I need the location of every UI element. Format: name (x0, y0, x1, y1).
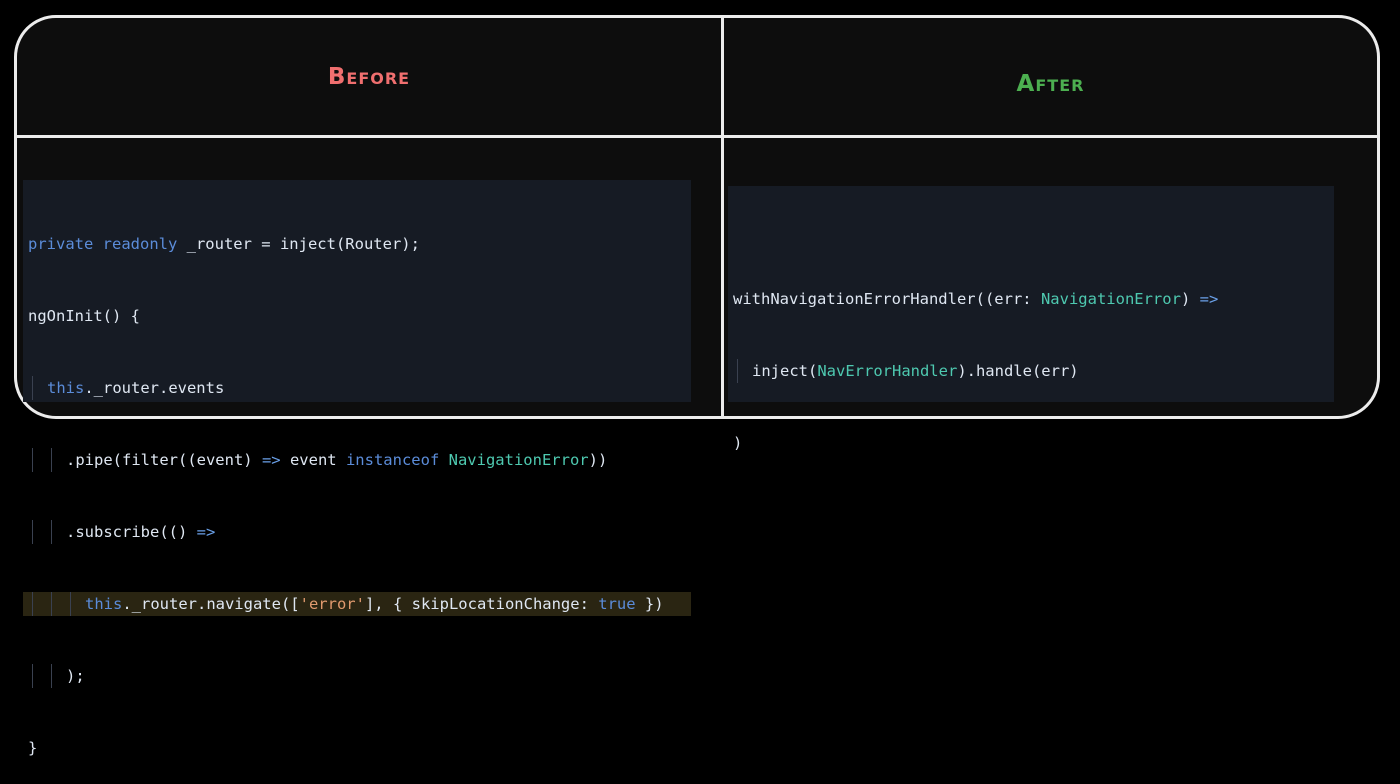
code-line: withNavigationErrorHandler((err: Navigat… (728, 287, 1334, 311)
code-token: NavErrorHandler (817, 362, 958, 380)
code-line: .pipe(filter((event) => event instanceof… (23, 448, 691, 472)
indent-guide (51, 520, 52, 544)
code-token: _router = inject(Router); (177, 235, 420, 253)
code-line: ) (728, 431, 1334, 455)
code-line: ); (23, 664, 691, 688)
after-code-block: withNavigationErrorHandler((err: Navigat… (728, 186, 1334, 452)
code-token: 'error' (299, 595, 365, 613)
indent-guide (32, 520, 33, 544)
code-line-highlighted: this._router.navigate(['error'], { skipL… (23, 592, 691, 616)
code-token: .subscribe(() (66, 523, 197, 541)
before-code-block: private readonly _router = inject(Router… (23, 180, 691, 757)
indent-guide (51, 592, 52, 616)
code-line: private readonly _router = inject(Router… (23, 232, 691, 256)
code-token: => (1199, 290, 1219, 308)
code-token: )) (588, 451, 608, 469)
indent-guide (737, 359, 738, 383)
code-token: NavigationError (1040, 290, 1181, 308)
code-token: ._router.navigate([ (122, 595, 300, 613)
code-token: withNavigationErrorHandler((err: (733, 290, 1041, 308)
code-token: }) (635, 595, 664, 613)
code-token: } (28, 739, 38, 757)
code-token: instanceof (345, 451, 440, 469)
code-token: inject( (752, 362, 818, 380)
code-line: this._router.events (23, 376, 691, 400)
code-line: } (23, 736, 691, 760)
code-token: ], { skipLocationChange: (364, 595, 599, 613)
after-heading-label: After (1016, 70, 1085, 97)
before-heading-label: Before (327, 63, 411, 90)
code-token: this (47, 379, 85, 397)
code-token: ._router.events (84, 379, 225, 397)
code-token: NavigationError (439, 451, 589, 469)
code-line: inject(NavErrorHandler).handle(err) (728, 359, 1334, 383)
code-token: ) (1180, 290, 1200, 308)
code-token: ); (66, 667, 85, 685)
code-token: true (598, 595, 636, 613)
indent-guide (32, 664, 33, 688)
code-token: event (280, 451, 346, 469)
indent-guide (51, 664, 52, 688)
code-token: .pipe(filter((event) (66, 451, 262, 469)
code-token: => (261, 451, 281, 469)
indent-guide (32, 448, 33, 472)
indent-guide (51, 448, 52, 472)
code-token: this (85, 595, 123, 613)
indent-guide (32, 376, 33, 400)
code-token: ).handle(err) (957, 362, 1079, 380)
after-heading: After (724, 18, 1377, 135)
code-line: ngOnInit() { (23, 304, 691, 328)
before-heading: Before (17, 18, 721, 135)
header-divider (17, 135, 1377, 138)
indent-guide (32, 592, 33, 616)
code-token: ngOnInit() { (28, 307, 140, 325)
indent-guide (70, 592, 71, 616)
code-line: .subscribe(() => (23, 520, 691, 544)
code-token: => (196, 523, 216, 541)
code-token: private readonly (28, 235, 178, 253)
